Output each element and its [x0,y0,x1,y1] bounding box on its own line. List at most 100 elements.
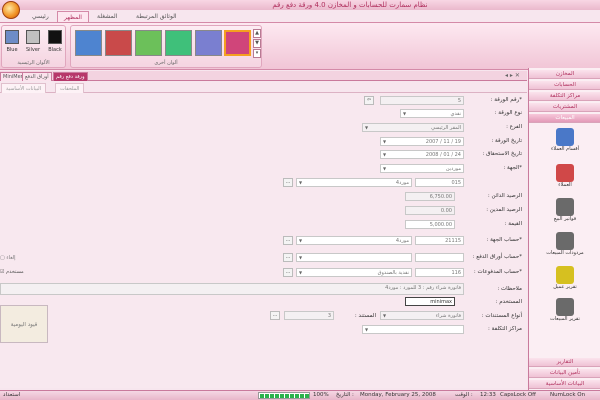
status-ready: استعداد [3,392,21,398]
sidebar-item-customer-groups[interactable]: أقسام العملاء [539,128,591,152]
calendar-dropdown-icon[interactable]: ▼ [381,151,388,158]
chevron-down-icon[interactable]: ▼ [297,269,304,276]
gallery-more-icon[interactable]: ▾ [253,49,261,58]
sidebar-header-accounts[interactable]: الحسابات [529,81,600,90]
status-capslock: CapsLock Off [500,392,536,398]
other-colors-group: ▲ ▼ ▾ ألوان أخرى [70,25,262,68]
gallery-down-icon[interactable]: ▼ [253,39,261,48]
chevron-down-icon[interactable]: ▼ [381,165,388,172]
chevron-down-icon[interactable]: ▼ [381,312,388,319]
sidebar-item-sales-invoices[interactable]: فواتير البيع [539,198,591,222]
sidebar-header-purchases[interactable]: المشتريات [529,103,600,112]
party-name-value: مورد4 [395,180,409,186]
paper-type-value: نقدي [450,111,461,117]
color-option-1[interactable] [75,30,102,56]
used-checkbox[interactable]: ☑ مستخدم [0,269,24,275]
branch-select[interactable]: المقر الرئيسي ▼ [362,123,464,132]
blue-swatch[interactable] [5,30,19,44]
sidebar-header-reports[interactable]: التقارير [529,358,600,367]
sidebar-header-stores[interactable]: المخازن [529,70,600,79]
color-option-2[interactable] [105,30,132,56]
party-code-field[interactable]: 015 [415,178,464,187]
sidebar-item-customers[interactable]: العملاء [539,164,591,188]
party-account-code[interactable]: 21115 [415,236,464,245]
sales-returns-label: مردودات المبيعات [546,250,584,256]
doc-lookup-button[interactable]: … [270,311,280,320]
amount-label: القيمة : [504,221,522,227]
form-area: *رقم الورقة : 5 ⇦ نوع الورقة : نقدي ▼ الف… [0,93,527,388]
sidebar-item-sales-report[interactable]: تقرير المبيعات [539,298,591,322]
chevron-down-icon[interactable]: ▼ [297,254,304,261]
customer-groups-icon [556,128,574,146]
doc-tab-payment-papers[interactable]: أوراق الدفع [22,72,52,81]
paper-no-field[interactable]: 5 [380,96,464,105]
payables-account-name: نقدية بالصندوق [377,270,409,276]
chevron-down-icon[interactable]: ▼ [363,124,370,131]
color-option-5[interactable] [195,30,222,56]
tab-controls-icon[interactable]: ◂ ▸ ✕ [505,72,520,79]
amount-field[interactable]: 5,000.00 [405,220,455,229]
tab-attachments[interactable]: الملحقات [55,83,85,93]
paper-date-field[interactable]: 19 / 11 / 2007 ▼ [380,137,464,146]
chevron-down-icon[interactable]: ▼ [297,237,304,244]
color-option-3[interactable] [135,30,162,56]
payables-account-code[interactable]: 116 [415,268,464,277]
cost-centers-select[interactable]: ▼ [362,325,464,334]
status-bar: استعداد 100% التاريخ : Monday, February … [0,390,600,400]
payment-account-lookup-button[interactable]: … [283,253,293,262]
payment-account-select[interactable]: ▼ [296,253,412,262]
sales-report-label: تقرير المبيعات [550,316,580,322]
paper-date-value: 19 / 11 / 2007 [425,139,461,145]
debit-balance-field: 0.00 [405,206,455,215]
party-select[interactable]: موردين ▼ [380,164,464,173]
payables-account-select[interactable]: نقدية بالصندوق ▼ [296,268,412,277]
credit-balance-field: 6,750.00 [405,192,455,201]
customer-report-label: تقرير عميل [553,284,577,290]
sidebar-header-sales[interactable]: المبيعات [529,114,600,123]
black-swatch[interactable] [48,30,62,44]
calendar-dropdown-icon[interactable]: ▼ [381,138,388,145]
credit-balance-label: الرصيد الدائن : [487,193,522,199]
sidebar-item-sales-returns[interactable]: مردودات المبيعات [539,232,591,256]
sales-invoices-icon [556,198,574,216]
color-option-6[interactable] [224,30,251,56]
status-date: Monday, February 25, 2008 [360,392,436,398]
notes-field[interactable]: فاتورة شراء رقم : 3 للمورد : مورد4 [0,283,464,295]
due-date-field[interactable]: 24 / 01 / 2008 ▼ [380,150,464,159]
doc-tab-payment-paper[interactable]: ورقة دفع رقم [53,72,88,81]
cancel-checkbox[interactable]: ▢ إلغاء [0,255,16,261]
payment-account-code[interactable] [415,253,464,262]
doc-type-value: فاتورة شراء [435,313,461,319]
journal-button[interactable]: قيود اليومية [0,305,48,343]
paper-type-select[interactable]: نقدي ▼ [400,109,464,118]
sidebar-header-basic-data[interactable]: البيانات الأساسية [529,380,600,389]
chevron-down-icon[interactable]: ▼ [363,326,370,333]
tab-basic-data[interactable]: البيانات الأساسية [1,83,46,93]
party-lookup-button[interactable]: … [283,178,293,187]
main-colors-label: الألوان الرئيسية [17,60,50,66]
app-menu-orb[interactable] [2,1,20,19]
sidebar-header-data-security[interactable]: تأمين البيانات [529,369,600,378]
payables-account-lookup-button[interactable]: … [283,268,293,277]
silver-label: Silver [25,47,41,53]
customer-report-icon [556,266,574,284]
chevron-down-icon[interactable]: ▼ [297,179,304,186]
ribbon: Blue Silver Black الألوان الرئيسية ▲ ▼ ▾… [0,22,600,70]
gallery-up-icon[interactable]: ▲ [253,29,261,38]
sidebar-header-cost-centers[interactable]: مراكز التكلفة [529,92,600,101]
party-account-name: مورد4 [395,238,409,244]
chevron-down-icon[interactable]: ▼ [401,110,408,117]
sidebar-item-customer-report[interactable]: تقرير عميل [539,266,591,290]
color-option-4[interactable] [165,30,192,56]
party-account-select[interactable]: مورد4 ▼ [296,236,412,245]
lookup-icon[interactable]: ⇦ [364,96,374,105]
sub-tabs: البيانات الأساسية الملحقات [0,82,527,93]
party-account-lookup-button[interactable]: … [283,236,293,245]
silver-swatch[interactable] [26,30,40,44]
blue-label: Blue [6,47,18,53]
user-label: المستخدم : [495,299,522,305]
doc-type-select[interactable]: فاتورة شراء ▼ [380,311,464,320]
party-name-select[interactable]: مورد4 ▼ [296,178,412,187]
black-label: Black [48,47,62,53]
sidebar: المخازن الحسابات مراكز التكلفة المشتريات… [528,68,600,390]
